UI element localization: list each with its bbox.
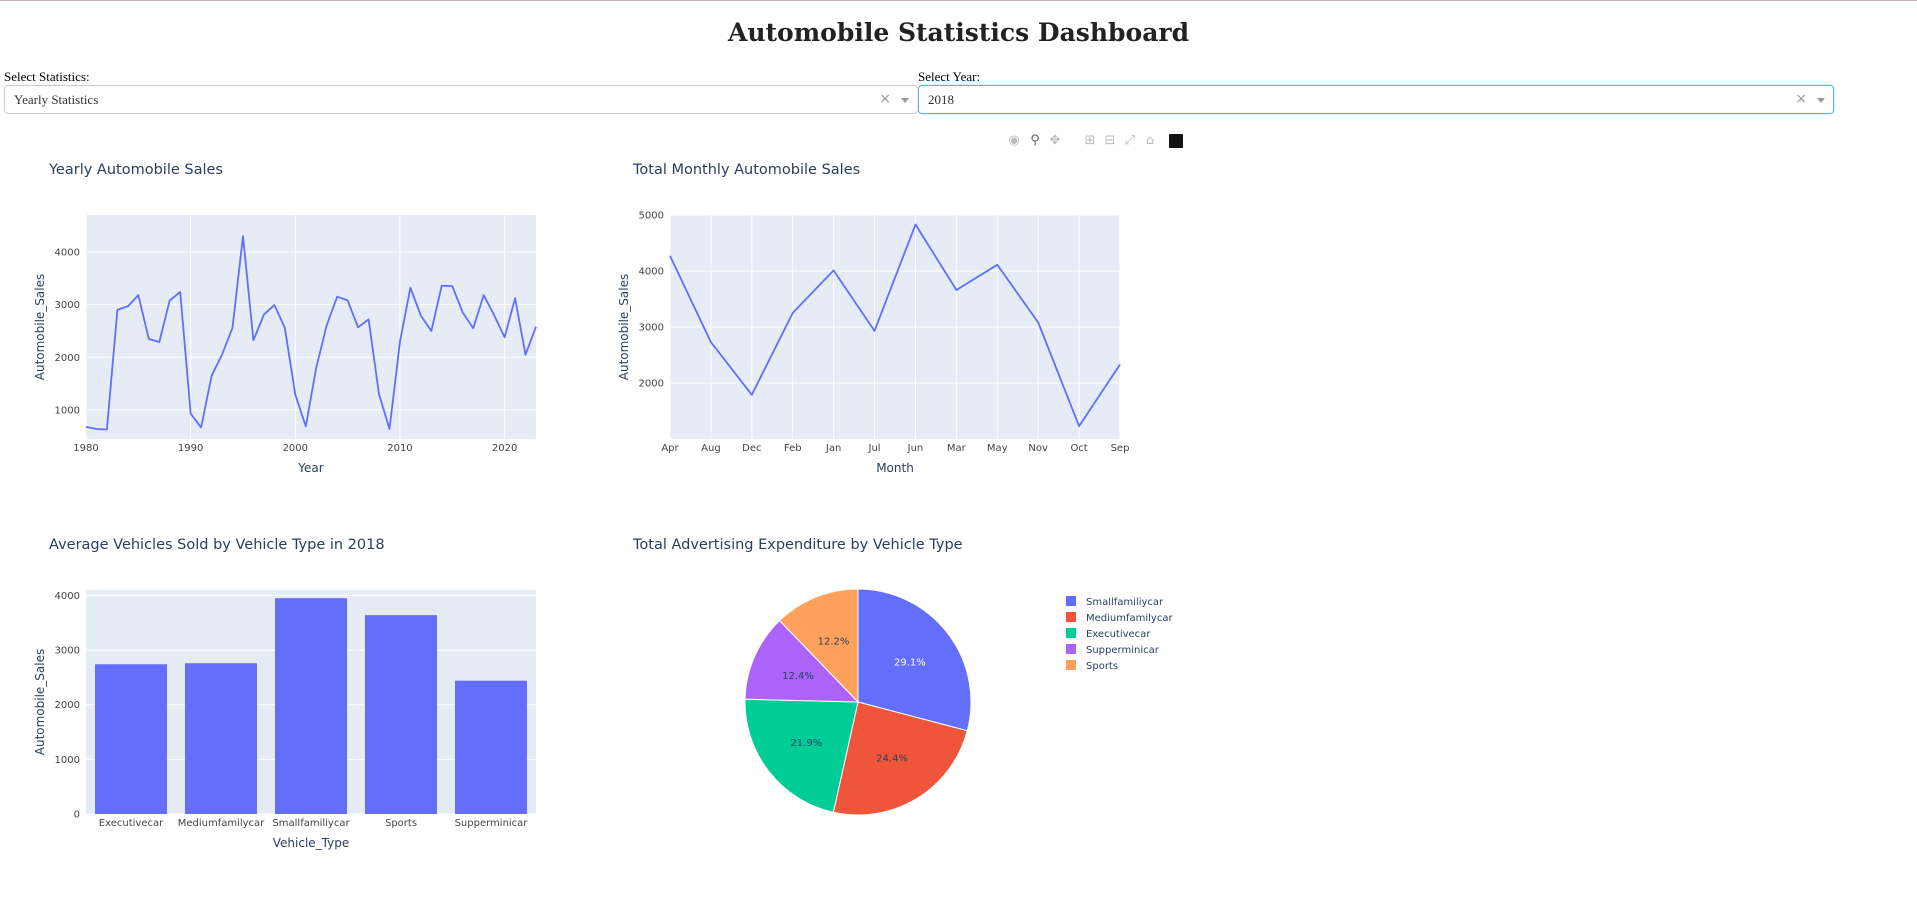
monthly-y-tick-label: 5000 [639, 211, 664, 222]
monthly-x-tick-label: Apr [661, 443, 679, 454]
bar-sports [365, 615, 437, 814]
monthly-x-tick-label: Sep [1111, 443, 1130, 454]
legend-label: Supperminicar [1086, 645, 1160, 656]
monthly-x-tick-label: Dec [742, 443, 761, 454]
monthly-x-tick-label: May [987, 443, 1008, 454]
pan-icon[interactable]: ✥ [1047, 133, 1063, 149]
vehicle-bar-y-tick-label: 3000 [55, 646, 80, 657]
pie-slice-smallfamiliycar [857, 588, 972, 732]
monthly-x-tick-label: Jul [868, 443, 881, 454]
yearly-y-axis-label: Automobile_Sales [33, 274, 47, 381]
monthly-y-tick-label: 3000 [639, 323, 664, 334]
monthly-x-tick-label: Aug [701, 443, 721, 454]
plotly-logo-icon[interactable] [1169, 134, 1183, 148]
vehicle-bar-title: Average Vehicles Sold by Vehicle Type in… [49, 537, 385, 553]
vehicle-bar-x-tick-label: Mediumfamilycar [178, 818, 265, 829]
vehicle-bar-y-tick-label: 4000 [55, 591, 80, 602]
yearly-title: Yearly Automobile Sales [48, 162, 223, 178]
yearly-y-tick-label: 3000 [55, 300, 80, 311]
reset-axes-icon[interactable]: ⌂ [1142, 133, 1158, 149]
monthly-x-tick-label: Jun [907, 443, 924, 454]
page-title: Automobile Statistics Dashboard [727, 18, 1190, 47]
vehicle-bar-x-tick-label: Sports [385, 818, 417, 829]
pie-slice-mediumfamilycar [832, 701, 968, 816]
top-border [0, 0, 1917, 1]
chevron-down-icon[interactable] [1817, 98, 1825, 103]
yearly-sales-line [85, 235, 537, 431]
bar-executivecar [95, 664, 167, 814]
pie-slice-label: 29.1% [894, 657, 926, 668]
vehicle-bar-x-tick-label: Executivecar [99, 818, 164, 829]
year-dropdown[interactable]: 2018 × [918, 85, 1834, 114]
ad-pie-title: Total Advertising Expenditure by Vehicle… [632, 537, 963, 553]
vehicle-bar-plot-area [86, 590, 536, 814]
yearly-x-tick-label: 1980 [73, 443, 98, 454]
monthly-x-tick-label: Mar [947, 443, 967, 454]
bar-mediumfamilycar [185, 663, 257, 814]
statistics-label: Select Statistics: [4, 69, 90, 84]
zoom-out-icon[interactable]: ⊟ [1102, 133, 1118, 149]
yearly-x-tick-label: 2010 [387, 443, 412, 454]
monthly-y-tick-label: 2000 [639, 379, 664, 390]
monthly-sales-line [669, 223, 1121, 428]
monthly-y-tick-label: 4000 [639, 267, 664, 278]
autoscale-icon[interactable]: ⤢ [1122, 133, 1138, 149]
pie-slice-label: 24.4% [876, 753, 908, 764]
bar-supperminicar [455, 680, 527, 814]
legend-swatch-sports [1066, 660, 1076, 670]
legend-swatch-mediumfamilycar [1066, 612, 1076, 622]
pie-slice-label: 21.9% [790, 738, 822, 749]
vehicle-bar-y-tick-label: 1000 [55, 755, 80, 766]
monthly-y-axis-label: Automobile_Sales [617, 274, 631, 381]
legend-swatch-supperminicar [1066, 644, 1076, 654]
yearly-x-tick-label: 1990 [178, 443, 203, 454]
monthly-plot-area [670, 215, 1120, 439]
yearly-plot-area [86, 215, 536, 439]
pie-slice-label: 12.4% [782, 671, 814, 682]
vehicle-bar-y-axis-label: Automobile_Sales [33, 649, 47, 756]
bar-smallfamiliycar [275, 598, 347, 814]
chevron-down-icon[interactable] [901, 98, 909, 103]
yearly-y-tick-label: 4000 [55, 247, 80, 258]
monthly-title: Total Monthly Automobile Sales [632, 162, 860, 178]
plot-modebar: ◉ ⚲ ✥ ⊞ ⊟ ⤢ ⌂ [1006, 133, 1186, 151]
year-dropdown-value: 2018 [928, 92, 954, 107]
yearly-y-tick-label: 1000 [55, 406, 80, 417]
legend-label: Mediumfamilycar [1086, 613, 1173, 624]
legend-swatch-smallfamiliycar [1066, 596, 1076, 606]
legend-label: Smallfamiliycar [1086, 597, 1164, 608]
pie-slice-supperminicar [744, 619, 860, 703]
zoom-icon[interactable]: ⚲ [1027, 133, 1043, 149]
yearly-y-tick-label: 2000 [55, 353, 80, 364]
statistics-dropdown-value: Yearly Statistics [14, 92, 99, 107]
vehicle-bar-x-axis-label: Vehicle_Type [273, 836, 349, 850]
legend-label: Executivecar [1086, 629, 1151, 640]
camera-icon[interactable]: ◉ [1006, 133, 1022, 149]
year-label: Select Year: [918, 69, 981, 84]
monthly-x-tick-label: Oct [1070, 443, 1087, 454]
yearly-x-axis-label: Year [297, 461, 323, 475]
monthly-x-tick-label: Jan [825, 443, 841, 454]
legend-label: Sports [1086, 661, 1118, 672]
vehicle-bar-y-tick-label: 0 [74, 810, 80, 821]
legend-swatch-executivecar [1066, 628, 1076, 638]
charts-canvas: Yearly Automobile Sales Automobile_Sales Y… [33, 162, 1173, 850]
clear-icon[interactable]: × [1795, 91, 1807, 107]
vehicle-bar-x-tick-label: Smallfamiliycar [272, 818, 350, 829]
yearly-x-tick-label: 2000 [283, 443, 308, 454]
monthly-x-tick-label: Nov [1028, 443, 1048, 454]
zoom-in-icon[interactable]: ⊞ [1082, 133, 1098, 149]
monthly-x-tick-label: Feb [784, 443, 802, 454]
vehicle-bar-x-tick-label: Supperminicar [455, 818, 529, 829]
vehicle-bar-y-tick-label: 2000 [55, 700, 80, 711]
pie-slice-sports [778, 588, 859, 704]
monthly-x-axis-label: Month [876, 461, 914, 475]
clear-icon[interactable]: × [879, 91, 891, 107]
pie-slice-executivecar [744, 698, 859, 813]
statistics-dropdown[interactable]: Yearly Statistics × [4, 85, 918, 114]
yearly-x-tick-label: 2020 [492, 443, 517, 454]
pie-slice-label: 12.2% [818, 637, 850, 648]
